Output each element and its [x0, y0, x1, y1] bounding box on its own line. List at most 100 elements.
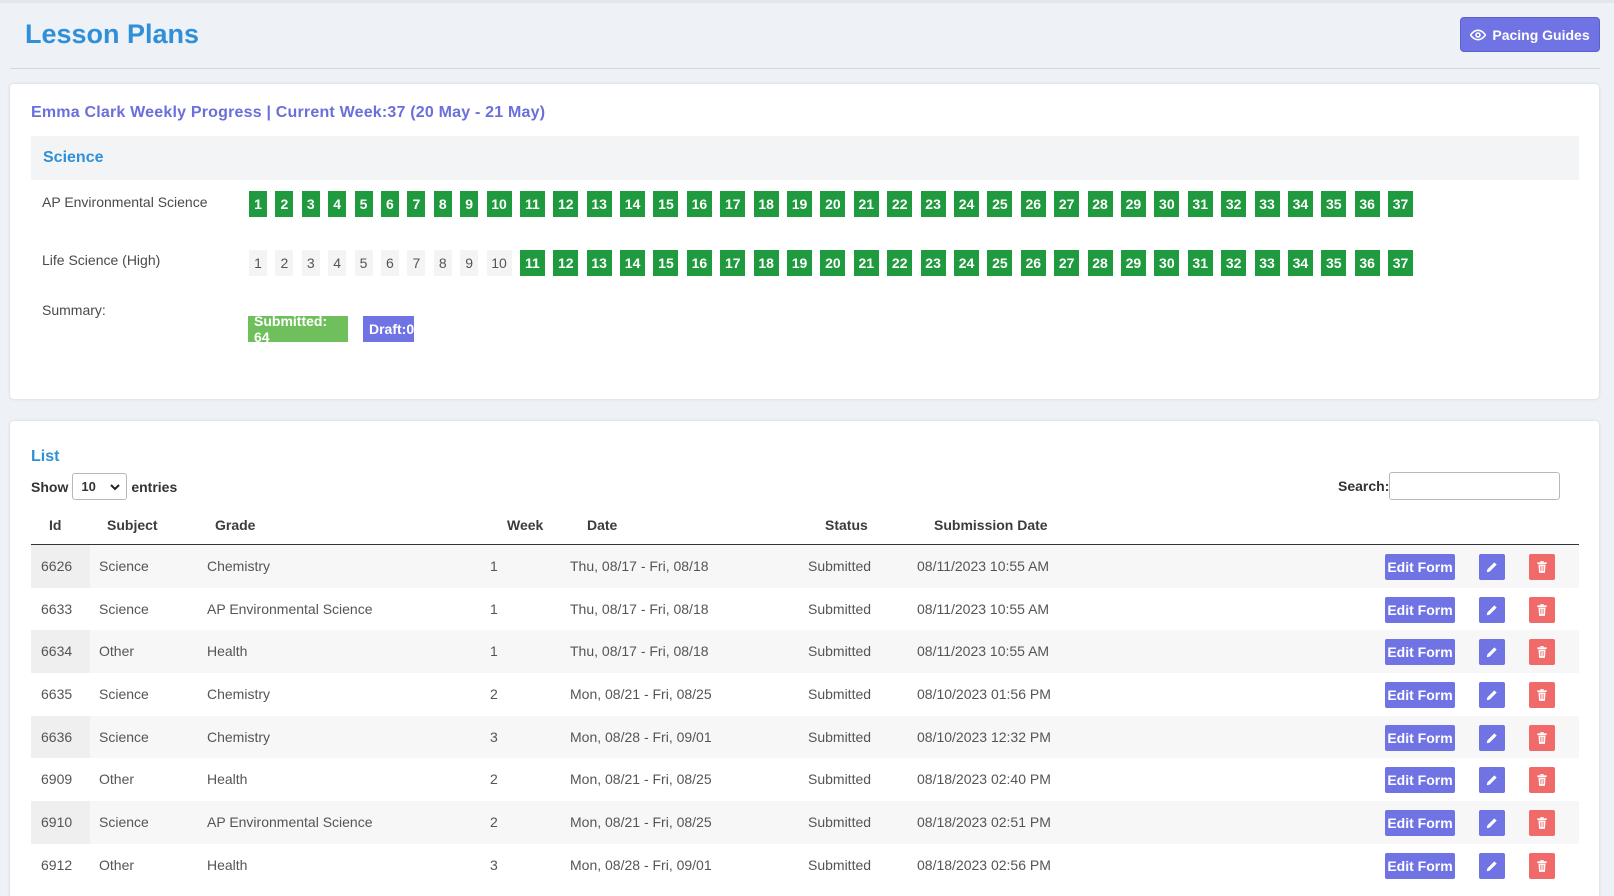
week-badge[interactable]: 22	[887, 191, 913, 217]
delete-button[interactable]	[1529, 596, 1555, 623]
edit-button[interactable]	[1479, 724, 1505, 751]
week-badge[interactable]: 27	[1054, 191, 1080, 217]
delete-button[interactable]	[1529, 682, 1555, 709]
edit-form-button[interactable]: Edit Form	[1385, 852, 1455, 879]
week-badge[interactable]: 23	[920, 250, 946, 276]
week-badge[interactable]: 17	[720, 191, 746, 217]
edit-form-button[interactable]: Edit Form	[1385, 724, 1455, 751]
week-badge[interactable]: 8	[433, 250, 452, 276]
week-badge[interactable]: 12	[553, 191, 579, 217]
week-badge[interactable]: 34	[1287, 250, 1313, 276]
edit-form-button[interactable]: Edit Form	[1385, 767, 1455, 794]
week-badge[interactable]: 7	[407, 191, 426, 217]
week-badge[interactable]: 10	[486, 250, 512, 276]
week-badge[interactable]: 13	[586, 191, 612, 217]
week-badge[interactable]: 21	[853, 250, 879, 276]
edit-form-button[interactable]: Edit Form	[1385, 596, 1455, 623]
week-badge[interactable]: 1	[249, 191, 267, 217]
week-badge[interactable]: 4	[328, 250, 347, 276]
week-badge[interactable]: 16	[686, 250, 712, 276]
week-badge[interactable]: 14	[620, 191, 646, 217]
week-badge[interactable]: 13	[586, 250, 612, 276]
week-badge[interactable]: 19	[787, 191, 813, 217]
week-badge[interactable]: 10	[486, 191, 512, 217]
week-badge[interactable]: 7	[407, 250, 426, 276]
week-badge[interactable]: 26	[1020, 191, 1046, 217]
column-header-status[interactable]: Status	[825, 517, 868, 533]
week-badge[interactable]: 18	[753, 250, 779, 276]
column-header-subject[interactable]: Subject	[107, 517, 158, 533]
delete-button[interactable]	[1529, 724, 1555, 751]
week-badge[interactable]: 30	[1154, 191, 1180, 217]
column-header-date[interactable]: Date	[587, 517, 617, 533]
week-badge[interactable]: 20	[820, 250, 846, 276]
week-badge[interactable]: 24	[953, 250, 979, 276]
week-badge[interactable]: 15	[653, 250, 679, 276]
week-badge[interactable]: 33	[1254, 250, 1280, 276]
edit-button[interactable]	[1479, 554, 1505, 580]
week-badge[interactable]: 11	[519, 250, 545, 276]
week-badge[interactable]: 2	[275, 191, 294, 217]
week-badge[interactable]: 15	[653, 191, 679, 217]
week-badge[interactable]: 28	[1087, 250, 1113, 276]
week-badge[interactable]: 5	[354, 250, 373, 276]
week-badge[interactable]: 31	[1187, 191, 1213, 217]
edit-form-button[interactable]: Edit Form	[1385, 554, 1455, 580]
week-badge[interactable]: 4	[328, 191, 347, 217]
week-badge[interactable]: 3	[301, 250, 320, 276]
week-badge[interactable]: 36	[1354, 250, 1380, 276]
week-badge[interactable]: 25	[987, 250, 1013, 276]
edit-form-button[interactable]: Edit Form	[1385, 682, 1455, 709]
week-badge[interactable]: 1	[249, 250, 267, 276]
week-badge[interactable]: 32	[1221, 191, 1247, 217]
week-badge[interactable]: 37	[1388, 191, 1414, 217]
week-badge[interactable]: 19	[787, 250, 813, 276]
week-badge[interactable]: 14	[620, 250, 646, 276]
week-badge[interactable]: 20	[820, 191, 846, 217]
week-badge[interactable]: 33	[1254, 191, 1280, 217]
week-badge[interactable]: 9	[460, 191, 479, 217]
week-badge[interactable]: 21	[853, 191, 879, 217]
week-badge[interactable]: 9	[460, 250, 479, 276]
week-badge[interactable]: 34	[1287, 191, 1313, 217]
week-badge[interactable]: 36	[1354, 191, 1380, 217]
week-badge[interactable]: 35	[1321, 191, 1347, 217]
week-badge[interactable]: 5	[354, 191, 373, 217]
week-badge[interactable]: 12	[553, 250, 579, 276]
week-badge[interactable]: 27	[1054, 250, 1080, 276]
week-badge[interactable]: 18	[753, 191, 779, 217]
week-badge[interactable]: 28	[1087, 191, 1113, 217]
column-header-grade[interactable]: Grade	[215, 517, 255, 533]
week-badge[interactable]: 35	[1321, 250, 1347, 276]
column-header-week[interactable]: Week	[507, 517, 543, 533]
week-badge[interactable]: 32	[1221, 250, 1247, 276]
week-badge[interactable]: 23	[920, 191, 946, 217]
delete-button[interactable]	[1529, 554, 1555, 580]
week-badge[interactable]: 16	[686, 191, 712, 217]
week-badge[interactable]: 31	[1187, 250, 1213, 276]
week-badge[interactable]: 8	[433, 191, 452, 217]
pacing-guides-button[interactable]: Pacing Guides	[1460, 17, 1600, 52]
entries-select[interactable]: 10	[72, 473, 128, 500]
edit-button[interactable]	[1479, 767, 1505, 794]
edit-button[interactable]	[1479, 682, 1505, 709]
week-badge[interactable]: 30	[1154, 250, 1180, 276]
week-badge[interactable]: 26	[1020, 250, 1046, 276]
week-badge[interactable]: 3	[301, 191, 320, 217]
delete-button[interactable]	[1529, 810, 1555, 837]
week-badge[interactable]: 17	[720, 250, 746, 276]
column-header-id[interactable]: Id	[49, 517, 61, 533]
edit-button[interactable]	[1479, 596, 1505, 623]
edit-button[interactable]	[1479, 810, 1505, 837]
week-badge[interactable]: 29	[1120, 191, 1146, 217]
week-badge[interactable]: 6	[380, 191, 399, 217]
delete-button[interactable]	[1529, 852, 1555, 879]
edit-form-button[interactable]: Edit Form	[1385, 810, 1455, 837]
week-badge[interactable]: 11	[519, 191, 545, 217]
week-badge[interactable]: 29	[1120, 250, 1146, 276]
week-badge[interactable]: 37	[1388, 250, 1414, 276]
week-badge[interactable]: 24	[953, 191, 979, 217]
week-badge[interactable]: 22	[887, 250, 913, 276]
search-input[interactable]	[1389, 472, 1561, 500]
column-header-submission-date[interactable]: Submission Date	[934, 517, 1048, 533]
